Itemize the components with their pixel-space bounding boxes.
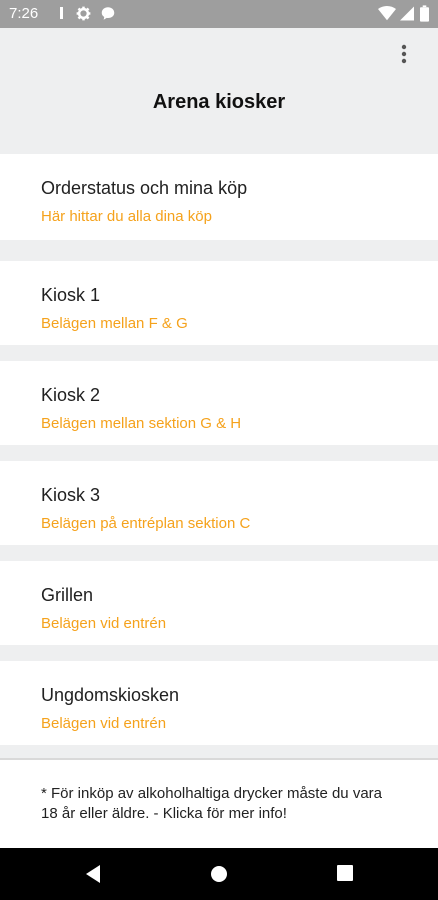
more-vert-icon[interactable]	[392, 40, 416, 68]
status-bar: 7:26	[0, 0, 438, 28]
list-item-kiosk-3[interactable]: Kiosk 3 Belägen på entréplan sektion C	[0, 461, 438, 545]
list-item-kiosk-2[interactable]: Kiosk 2 Belägen mellan sektion G & H	[0, 361, 438, 445]
status-time: 7:26	[9, 5, 39, 22]
age-notice-text: * För inköp av alkoholhaltiga drycker må…	[41, 785, 383, 822]
sd-card-icon	[60, 7, 63, 19]
list-item-subtitle: Här hittar du alla dina köp	[41, 208, 212, 225]
app-bar: Arena kiosker	[0, 28, 438, 154]
list-item-subtitle: Belägen mellan F & G	[41, 315, 188, 332]
list-item-subtitle: Belägen vid entrén	[41, 615, 167, 632]
page-title: Arena kiosker	[152, 91, 286, 113]
list-item-title: Kiosk 2	[41, 385, 101, 405]
list-item-order-status[interactable]: Orderstatus och mina köp Här hittar du a…	[0, 154, 438, 240]
list-item-title: Orderstatus och mina köp	[41, 178, 248, 198]
list-item-subtitle: Belägen vid entrén	[41, 715, 167, 732]
list-item-title: Grillen	[41, 585, 94, 605]
list-item-title: Kiosk 3	[41, 485, 101, 505]
list-item-title: Kiosk 1	[41, 285, 101, 305]
list-item-title: Ungdomskiosken	[41, 685, 180, 705]
system-nav-bar	[0, 848, 438, 900]
list-item-ungdomskiosken[interactable]: Ungdomskiosken Belägen vid entrén	[0, 661, 438, 745]
recents-icon[interactable]	[336, 864, 354, 882]
home-icon[interactable]	[209, 864, 229, 884]
list-item-grillen[interactable]: Grillen Belägen vid entrén	[0, 561, 438, 645]
wifi-icon	[378, 6, 396, 21]
signal-icon	[400, 6, 414, 21]
battery-icon	[420, 5, 429, 22]
settings-icon	[76, 6, 91, 21]
list-item-subtitle: Belägen på entréplan sektion C	[41, 515, 251, 532]
back-icon[interactable]	[84, 864, 102, 884]
age-notice-footer[interactable]: * För inköp av alkoholhaltiga drycker må…	[0, 758, 438, 850]
list-item-kiosk-1[interactable]: Kiosk 1 Belägen mellan F & G	[0, 261, 438, 345]
list-item-subtitle: Belägen mellan sektion G & H	[41, 415, 242, 432]
message-icon	[101, 7, 115, 20]
